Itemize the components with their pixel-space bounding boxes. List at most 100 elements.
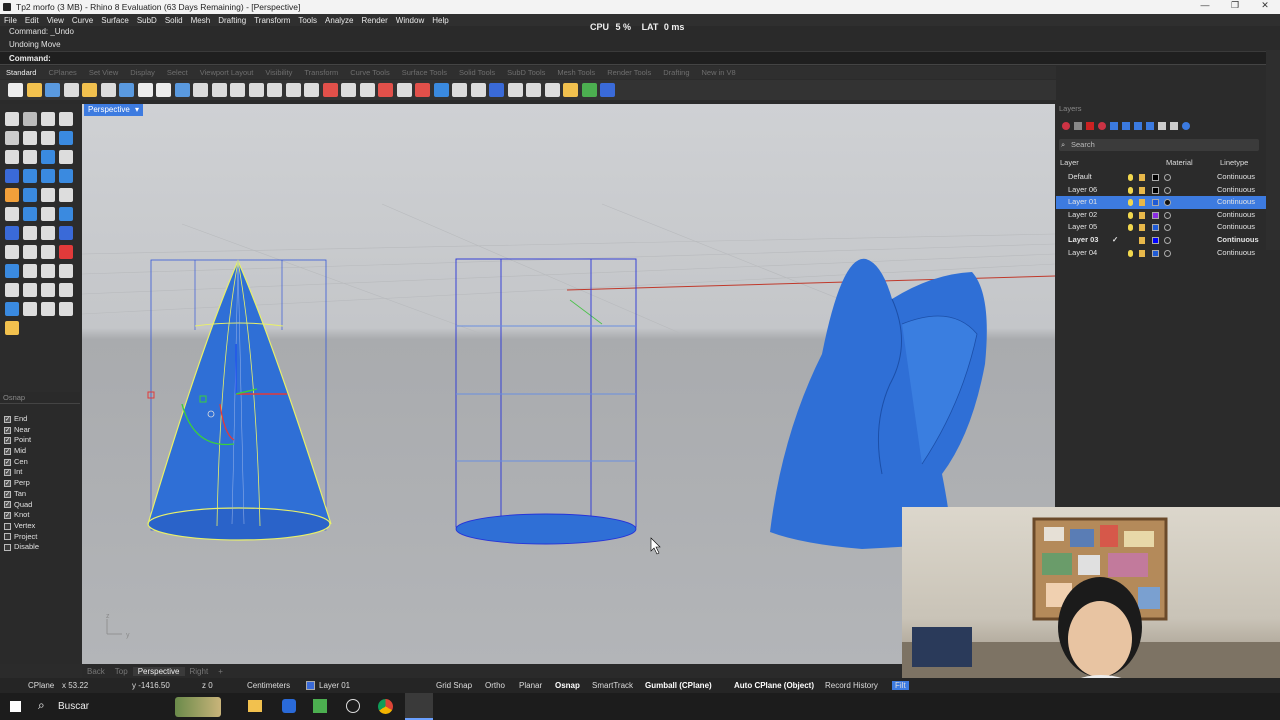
current-layer-indicator[interactable]: Layer 01 [319,681,350,690]
toolbar-tab-mesh-tools[interactable]: Mesh Tools [551,68,601,77]
layer-row[interactable]: Layer 03 ✓ Continuous [1056,234,1266,247]
layer-row[interactable]: Default Continuous [1056,171,1266,184]
visibility-bulb-icon[interactable] [1128,249,1133,257]
toolbox-tool-icon[interactable] [23,188,37,202]
gumball-toggle[interactable]: Gumball (CPlane) [645,681,712,690]
osnap-disable[interactable]: Disable [0,542,80,553]
material-circle-icon[interactable] [1164,186,1171,194]
lock-icon[interactable] [1139,199,1145,207]
menu-item-view[interactable]: View [43,16,68,25]
layer-linetype[interactable]: Continuous [1217,209,1255,222]
col-layer[interactable]: Layer [1060,158,1079,167]
toolbox-tool-icon[interactable] [5,207,19,221]
toolbar-tab-visibility[interactable]: Visibility [259,68,298,77]
checkbox[interactable]: ✓ [4,426,11,434]
visibility-bulb-icon[interactable] [1128,174,1133,181]
layer-name[interactable]: Layer 05 [1068,221,1097,234]
layer-color-swatch[interactable] [1152,186,1159,194]
checkbox[interactable]: ✓ [4,501,11,509]
lock-icon[interactable] [1139,237,1145,244]
osnap-cen[interactable]: ✓ Cen [0,457,80,468]
osnap-mid[interactable]: ✓ Mid [0,446,80,457]
checkbox[interactable]: ✓ [4,479,11,487]
material-circle-icon[interactable] [1164,199,1171,207]
delete-layer-icon[interactable] [1086,122,1094,130]
toolbar-tab-set-view[interactable]: Set View [83,68,124,77]
osnap-int[interactable]: ✓ Int [0,467,80,478]
taskbar-search[interactable]: Buscar [58,701,89,712]
layers-search-input[interactable]: ⌕ Search [1059,139,1259,151]
app-icon[interactable] [313,699,327,713]
material-circle-icon[interactable] [1164,249,1171,257]
menu-item-subd[interactable]: SubD [133,16,161,25]
viewport-tab-top[interactable]: Top [110,667,133,676]
menu-item-render[interactable]: Render [358,16,392,25]
checkbox[interactable] [4,522,11,530]
toolbar-tool-icon[interactable] [82,83,97,97]
toolbox-tool-icon[interactable] [41,226,55,240]
osnap-tan[interactable]: ✓ Tan [0,489,80,500]
material-circle-icon[interactable] [1164,211,1171,219]
lock-icon[interactable] [1139,186,1145,194]
cplane-label[interactable]: CPlane [28,681,54,690]
cylinder-wireframe-object[interactable] [455,258,637,545]
toolbox-tool-icon[interactable] [23,131,37,145]
layer-row[interactable]: Layer 01 Continuous [1056,196,1266,209]
toolbar-tool-icon[interactable] [248,83,264,97]
menu-item-tools[interactable]: Tools [294,16,321,25]
toolbox-tool-icon[interactable] [5,169,19,183]
tools-icon[interactable] [1158,122,1166,130]
chrome-icon[interactable] [378,699,393,714]
help-icon[interactable] [1182,122,1190,130]
material-circle-icon[interactable] [1164,237,1171,244]
toolbox-tool-icon[interactable] [59,131,73,145]
toolbar-tab-new-in-v8[interactable]: New in V8 [696,68,742,77]
toolbar-tool-icon[interactable] [507,83,523,97]
layer-color-swatch[interactable] [1152,224,1159,232]
toolbar-tool-icon[interactable] [285,83,301,97]
toolbox-tool-icon[interactable] [23,226,37,240]
viewport-tab-back[interactable]: Back [82,667,110,676]
toolbox-tool-icon[interactable] [59,169,73,183]
menu-item-help[interactable]: Help [428,16,452,25]
layer-row[interactable]: Layer 02 Continuous [1056,209,1266,222]
windows-start-icon[interactable] [10,701,21,712]
lock-icon[interactable] [1139,174,1145,181]
osnap-end[interactable]: ✓ End [0,414,80,425]
checkbox[interactable]: ✓ [4,437,11,445]
osnap-near[interactable]: ✓ Near [0,425,80,436]
toolbox-tool-icon[interactable] [23,150,37,164]
new-sublayer-icon[interactable] [1074,122,1082,130]
toolbox-tool-icon[interactable] [23,302,37,316]
toolbox-tool-icon[interactable] [23,264,37,278]
osnap-project[interactable]: Project [0,532,80,543]
toolbar-tool-icon[interactable] [433,83,449,97]
toolbar-tab-transform[interactable]: Transform [298,68,344,77]
new-layer-icon[interactable] [1062,122,1070,130]
layer-linetype[interactable]: Continuous [1217,171,1255,184]
restore-button[interactable]: ❐ [1220,0,1250,11]
checkbox[interactable] [4,533,11,541]
viewport-title[interactable]: Perspective ▾ [84,104,144,116]
menu-item-window[interactable]: Window [392,16,428,25]
toolbar-tool-icon[interactable] [526,83,541,97]
filter-toggle[interactable]: Filt [892,681,909,690]
toolbar-tool-icon[interactable] [137,83,153,97]
checkbox[interactable]: ✓ [4,415,11,423]
record-history-toggle[interactable]: Record History [825,681,878,690]
checkbox[interactable]: ✓ [4,447,11,455]
layer-row[interactable]: Layer 06 Continuous [1056,184,1266,197]
toolbar-tab-standard[interactable]: Standard [0,68,42,77]
toolbox-tool-icon[interactable] [59,245,73,259]
toolbar-tab-viewport-layout[interactable]: Viewport Layout [194,68,260,77]
toolbar-tool-icon[interactable] [489,83,504,97]
osnap-point[interactable]: ✓ Point [0,435,80,446]
organic-blob-object[interactable] [770,258,987,549]
visibility-bulb-icon[interactable] [1128,211,1133,219]
toolbar-tab-select[interactable]: Select [161,68,194,77]
file-explorer-icon[interactable] [248,700,262,712]
toolbar-tool-icon[interactable] [304,83,319,97]
toolbox-tool-icon[interactable] [41,150,55,164]
menu-item-analyze[interactable]: Analyze [321,16,357,25]
toolbar-tab-drafting[interactable]: Drafting [657,68,695,77]
